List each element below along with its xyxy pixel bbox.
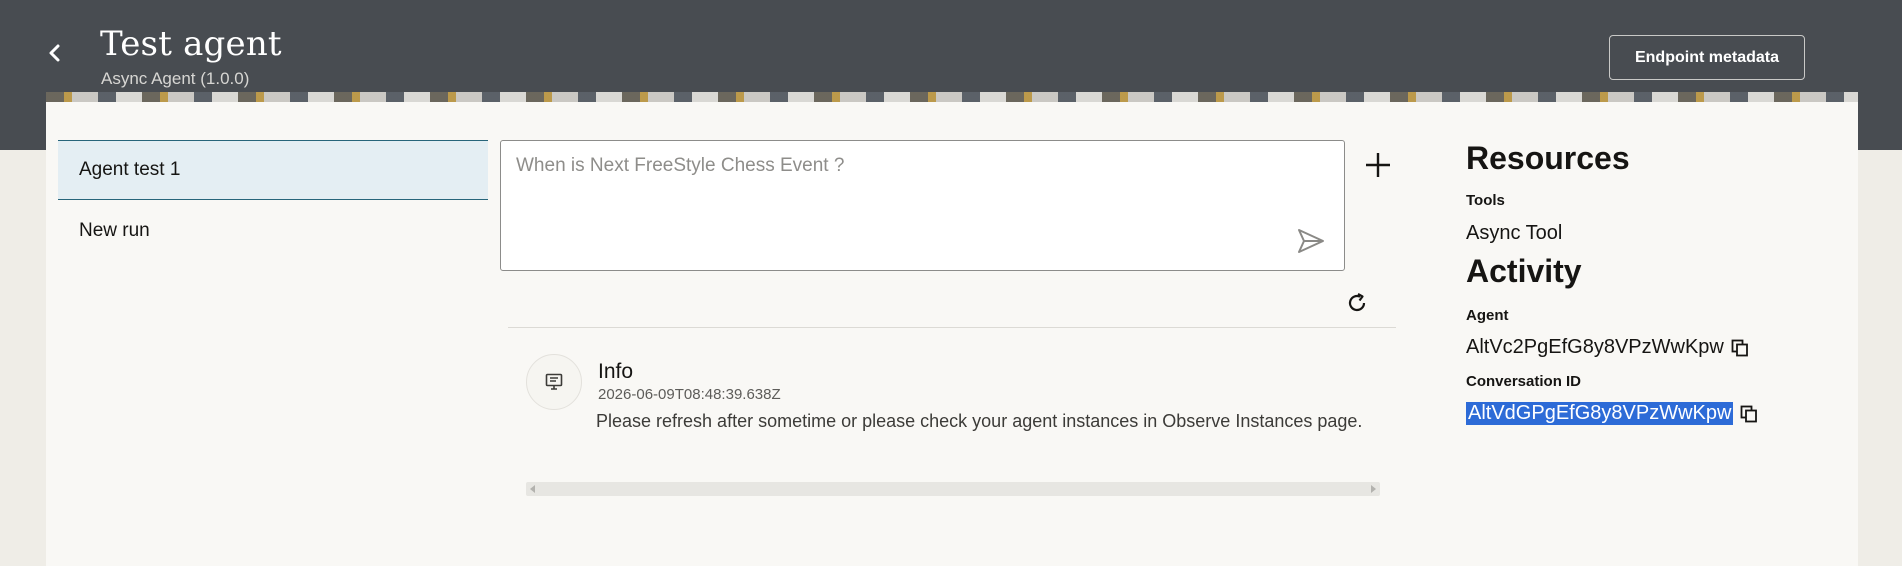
refresh-button[interactable] <box>1345 291 1369 315</box>
endpoint-metadata-button[interactable]: Endpoint metadata <box>1609 35 1805 80</box>
copy-icon <box>1741 405 1758 422</box>
agent-id-row: AltVc2PgEfG8y8VPzWwKpw <box>1466 336 1750 359</box>
copy-conversation-id-button[interactable] <box>1739 404 1759 424</box>
message-title: Info <box>598 360 634 383</box>
info-board-icon <box>545 373 563 390</box>
tools-value: Async Tool <box>1466 222 1563 244</box>
add-button[interactable] <box>1363 150 1393 180</box>
conversation-id-label: Conversation ID <box>1466 373 1582 390</box>
copy-agent-id-button[interactable] <box>1730 338 1750 358</box>
conversation-id-row: AltVdGPgEfG8y8VPzWwKpw <box>1466 402 1759 425</box>
plus-icon <box>1366 153 1390 177</box>
back-button[interactable] <box>40 38 70 68</box>
refresh-icon <box>1348 293 1366 312</box>
send-button[interactable] <box>1296 226 1326 256</box>
sidebar-item-label: New run <box>79 220 150 241</box>
sidebar-item-agent-test-1[interactable]: Agent test 1 <box>58 140 488 200</box>
message-text: Please refresh after sometime or please … <box>596 411 1363 431</box>
activity-heading: Activity <box>1466 253 1582 289</box>
scroll-left-arrow-icon[interactable] <box>530 485 535 493</box>
scroll-right-arrow-icon[interactable] <box>1371 485 1376 493</box>
message-timestamp: 2026-06-09T08:48:39.638Z <box>598 386 781 403</box>
horizontal-scrollbar[interactable] <box>526 482 1380 496</box>
agent-id-value[interactable]: AltVc2PgEfG8y8VPzWwKpw <box>1466 336 1724 359</box>
prompt-input[interactable] <box>516 155 1276 177</box>
conversation-id-value[interactable]: AltVdGPgEfG8y8VPzWwKpw <box>1466 402 1734 425</box>
send-icon <box>1298 229 1324 253</box>
header-pattern <box>46 92 1858 102</box>
prompt-box <box>500 140 1345 271</box>
resources-heading: Resources <box>1466 140 1630 176</box>
copy-icon <box>1731 339 1748 356</box>
page-subtitle: Async Agent (1.0.0) <box>101 69 250 88</box>
chevron-left-icon <box>49 44 60 62</box>
info-avatar <box>526 354 582 410</box>
tools-label: Tools <box>1466 192 1505 209</box>
sidebar-item-label: Agent test 1 <box>79 159 181 180</box>
sidebar-item-new-run[interactable]: New run <box>58 201 488 261</box>
agent-label: Agent <box>1466 307 1509 324</box>
divider <box>508 327 1396 328</box>
page-title: Test agent <box>100 24 282 64</box>
